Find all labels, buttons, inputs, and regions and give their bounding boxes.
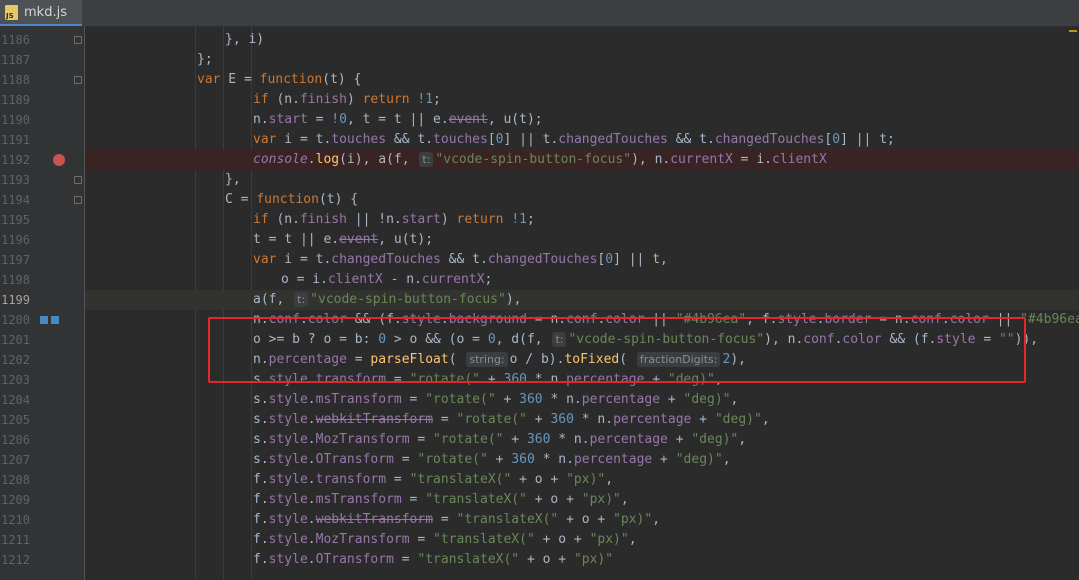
code-text: if (n.finish) return !1;	[253, 92, 441, 107]
code-line[interactable]: };	[85, 50, 1079, 70]
code-text: f.style.msTransform = "translateX(" + o …	[253, 492, 629, 507]
code-line[interactable]: if (n.finish) return !1;	[85, 90, 1079, 110]
code-text: f.style.webkitTransform = "translateX(" …	[253, 512, 661, 527]
line-number[interactable]: 1205	[0, 410, 30, 430]
line-number[interactable]: 1210	[0, 510, 30, 530]
fold-toggle-icon[interactable]	[74, 196, 82, 204]
line-number-gutter[interactable]: 1186 1187 1188 1189 1190 1191 1192 1193 1194 1195…	[0, 26, 85, 580]
line-number[interactable]: 1202	[0, 350, 30, 370]
code-line[interactable]: if (n.finish || !n.start) return !1;	[85, 210, 1079, 230]
code-line[interactable]: var E = function(t) {	[85, 70, 1079, 90]
code-line[interactable]: s.style.msTransform = "rotate(" + 360 * …	[85, 390, 1079, 410]
code-line[interactable]: f.style.webkitTransform = "translateX(" …	[85, 510, 1079, 530]
code-text: var i = t.changedTouches && t.changedTou…	[253, 252, 668, 267]
line-number[interactable]: 1190	[0, 110, 30, 130]
fold-toggle-icon[interactable]	[74, 76, 82, 84]
code-text: console.log(i), a(f, t: "vcode-spin-butto…	[253, 152, 827, 167]
fold-toggle-icon[interactable]	[74, 36, 82, 44]
line-number[interactable]: 1192	[0, 150, 30, 170]
line-number[interactable]: 1201	[0, 330, 30, 350]
code-text: f.style.OTransform = "translateX(" + o +…	[253, 552, 614, 567]
code-text: o = i.clientX - n.currentX;	[281, 272, 493, 287]
code-text: };	[197, 52, 213, 67]
fold-toggle-icon[interactable]	[74, 176, 82, 184]
code-line[interactable]: n.start = !0, t = t || e.event, u(t);	[85, 110, 1079, 130]
line-number[interactable]: 1212	[0, 550, 30, 570]
code-line[interactable]: o = i.clientX - n.currentX;	[85, 270, 1079, 290]
code-line[interactable]: a(f, t: "vcode-spin-button-focus"),	[85, 290, 1079, 310]
code-text: C = function(t) {	[225, 192, 359, 207]
line-number[interactable]: 1208	[0, 470, 30, 490]
line-number[interactable]: 1199	[0, 290, 30, 310]
code-text: s.style.OTransform = "rotate(" + 360 * n…	[253, 452, 731, 467]
code-text: a(f, t: "vcode-spin-button-focus"),	[253, 292, 522, 307]
code-line[interactable]: f.style.MozTransform = "translateX(" + o…	[85, 530, 1079, 550]
code-text: if (n.finish || !n.start) return !1;	[253, 212, 535, 227]
code-text: var E = function(t) {	[197, 72, 362, 87]
code-line[interactable]: s.style.OTransform = "rotate(" + 360 * n…	[85, 450, 1079, 470]
line-number[interactable]: 1197	[0, 250, 30, 270]
js-file-icon: JS	[5, 4, 18, 20]
code-line[interactable]: t = t || e.event, u(t);	[85, 230, 1079, 250]
editor-tab-bar: JS mkd.js	[0, 0, 1079, 27]
bookmark-marker-icon[interactable]	[40, 316, 48, 324]
code-text: n.start = !0, t = t || e.event, u(t);	[253, 112, 543, 127]
line-number[interactable]: 1196	[0, 230, 30, 250]
code-line[interactable]: },	[85, 170, 1079, 190]
code-editor[interactable]: }, i)}; var E = function(t) { if (n.finish…	[85, 26, 1079, 580]
line-number[interactable]: 1186	[0, 30, 30, 50]
code-line[interactable]: var i = t.touches && t.touches[0] || t.c…	[85, 130, 1079, 150]
line-number[interactable]: 1206	[0, 430, 30, 450]
line-number[interactable]: 1188	[0, 70, 30, 90]
code-line[interactable]: s.style.webkitTransform = "rotate(" + 36…	[85, 410, 1079, 430]
line-number[interactable]: 1198	[0, 270, 30, 290]
code-text: s.style.webkitTransform = "rotate(" + 36…	[253, 412, 770, 427]
line-number[interactable]: 1191	[0, 130, 30, 150]
line-number[interactable]: 1207	[0, 450, 30, 470]
code-text: t = t || e.event, u(t);	[253, 232, 434, 247]
code-text: f.style.transform = "translateX(" + o + …	[253, 472, 614, 487]
code-text: }, i)	[225, 32, 265, 47]
code-line[interactable]: console.log(i), a(f, t: "vcode-spin-butto…	[85, 150, 1079, 170]
code-line[interactable]: C = function(t) {	[85, 190, 1079, 210]
code-line[interactable]: f.style.OTransform = "translateX(" + o +…	[85, 550, 1079, 570]
code-text: s.style.msTransform = "rotate(" + 360 * …	[253, 392, 739, 407]
code-line[interactable]: s.style.MozTransform = "rotate(" + 360 *…	[85, 430, 1079, 450]
bookmark-marker-icon[interactable]	[51, 316, 59, 324]
line-number[interactable]: 1189	[0, 90, 30, 110]
code-line[interactable]: }, i)	[85, 30, 1079, 50]
code-line[interactable]: f.style.msTransform = "translateX(" + o …	[85, 490, 1079, 510]
code-text: s.style.MozTransform = "rotate(" + 360 *…	[253, 432, 747, 447]
line-number[interactable]: 1209	[0, 490, 30, 510]
line-number[interactable]: 1200	[0, 310, 30, 330]
code-line[interactable]: f.style.transform = "translateX(" + o + …	[85, 470, 1079, 490]
line-number[interactable]: 1194	[0, 190, 30, 210]
code-text: var i = t.touches && t.touches[0] || t.c…	[253, 132, 895, 147]
line-number[interactable]: 1203	[0, 370, 30, 390]
parameter-hint: t:	[419, 152, 434, 167]
breakpoint-icon[interactable]	[53, 154, 65, 166]
line-number[interactable]: 1187	[0, 50, 30, 70]
parameter-hint: t:	[294, 292, 309, 307]
annotation-highlight-box	[208, 317, 1026, 383]
line-number[interactable]: 1193	[0, 170, 30, 190]
line-number[interactable]: 1211	[0, 530, 30, 550]
tab-mkd-js[interactable]: JS mkd.js	[0, 0, 82, 26]
code-text: f.style.MozTransform = "translateX(" + o…	[253, 532, 637, 547]
scrollbar-markers[interactable]	[1067, 26, 1079, 580]
warning-marker[interactable]	[1069, 30, 1077, 32]
line-number[interactable]: 1204	[0, 390, 30, 410]
line-number[interactable]: 1195	[0, 210, 30, 230]
code-line[interactable]: var i = t.changedTouches && t.changedTou…	[85, 250, 1079, 270]
tab-label: mkd.js	[24, 4, 67, 20]
code-text: },	[225, 172, 241, 187]
